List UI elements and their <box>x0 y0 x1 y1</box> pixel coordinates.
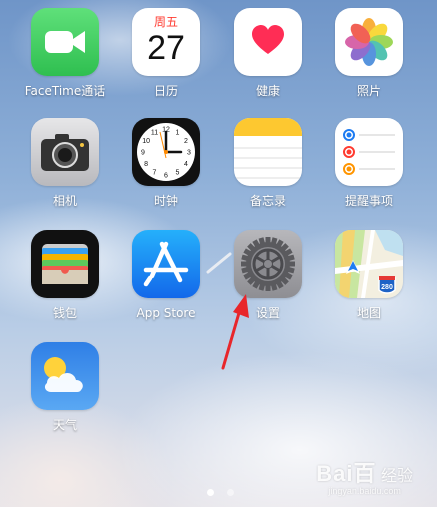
wallet-icon <box>31 230 99 298</box>
watermark-sub: 经验 <box>380 468 413 485</box>
clock-numeral: 7 <box>153 169 157 176</box>
app-camera[interactable]: 相机 <box>20 118 110 208</box>
page-dot-active[interactable] <box>207 489 214 496</box>
app-weather[interactable]: 天气 <box>20 342 110 432</box>
clock-numeral: 2 <box>184 138 188 145</box>
weather-icon <box>31 342 99 410</box>
app-label: FaceTime通话 <box>24 84 106 98</box>
clock-numeral: 8 <box>144 161 148 168</box>
calendar-icon: 周五 27 <box>132 8 200 76</box>
app-facetime[interactable]: FaceTime通话 <box>20 8 110 98</box>
watermark-brand-cn: 百 <box>353 461 377 486</box>
app-calendar[interactable]: 周五 27 日历 <box>121 8 211 98</box>
clock-numeral: 4 <box>184 161 188 168</box>
app-label: 时钟 <box>153 194 178 208</box>
app-photos[interactable]: 照片 <box>324 8 414 98</box>
app-store-icon <box>132 230 200 298</box>
app-label: 照片 <box>356 84 381 98</box>
calendar-weekday: 周五 <box>153 15 178 29</box>
clock-numeral: 11 <box>151 130 158 137</box>
clock-numeral: 1 <box>176 130 180 137</box>
app-label: 备忘录 <box>249 194 286 208</box>
app-label: 钱包 <box>52 306 77 320</box>
app-label: 地图 <box>356 306 381 320</box>
watermark-url: jingyan.baidu.com <box>328 486 401 496</box>
app-health[interactable]: 健康 <box>223 8 313 98</box>
facetime-icon <box>31 8 99 76</box>
app-label: 健康 <box>255 84 280 98</box>
annotation-arrow <box>221 294 249 370</box>
app-clock[interactable]: 12 1 2 3 4 5 6 7 8 9 10 11 时钟 <box>121 118 211 208</box>
clock-numeral: 6 <box>164 173 168 180</box>
app-label: 相机 <box>52 194 77 208</box>
app-reminders[interactable]: 提醒事项 <box>324 118 414 208</box>
health-heart-icon <box>234 8 302 76</box>
page-indicator[interactable] <box>203 481 238 500</box>
app-label: 提醒事项 <box>344 194 393 208</box>
clock-icon: 12 1 2 3 4 5 6 7 8 9 10 11 <box>132 118 200 186</box>
baidu-watermark: Bai百 经验 jingyan.baidu.com <box>316 456 413 496</box>
app-wallet[interactable]: 钱包 <box>20 230 110 320</box>
app-maps[interactable]: 280 地图 <box>324 230 414 320</box>
notes-icon <box>234 118 302 186</box>
calendar-day: 27 <box>147 29 185 67</box>
app-appstore[interactable]: App Store <box>121 230 211 320</box>
maps-icon: 280 <box>335 230 403 298</box>
maps-route-number: 280 <box>381 284 393 291</box>
reminders-icon <box>335 118 403 186</box>
clock-numeral: 10 <box>142 138 150 145</box>
settings-gear-icon <box>234 230 302 298</box>
watermark-brand: Bai <box>316 461 354 486</box>
app-label: 日历 <box>153 84 178 98</box>
clock-numeral: 5 <box>176 169 180 176</box>
clock-numeral: 9 <box>141 150 145 157</box>
app-notes[interactable]: 备忘录 <box>223 118 313 208</box>
page-dot[interactable] <box>227 489 235 496</box>
app-label: 天气 <box>52 418 77 432</box>
app-label: App Store <box>136 306 196 320</box>
camera-icon <box>31 118 99 186</box>
clock-numeral: 3 <box>187 150 191 157</box>
photos-flower-icon <box>335 8 403 76</box>
